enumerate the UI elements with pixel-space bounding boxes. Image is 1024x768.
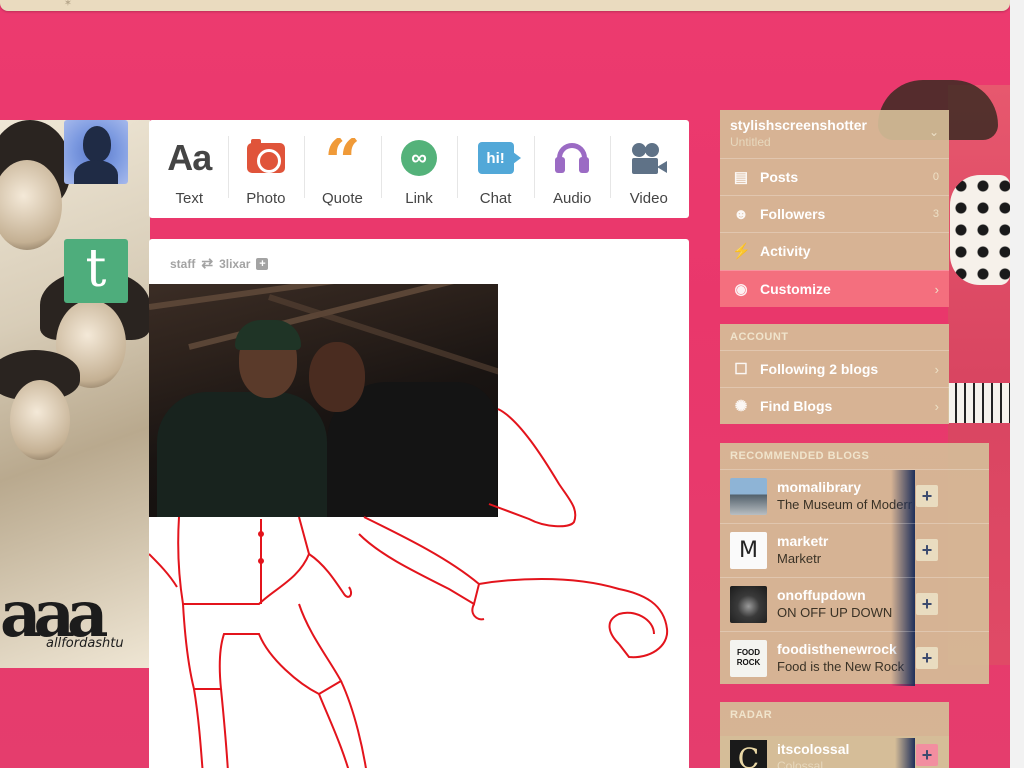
followers-count: 3 — [932, 208, 939, 220]
recommended-header: RECOMMENDED BLOGS — [730, 450, 870, 462]
follow-blog-button[interactable]: + — [916, 539, 938, 561]
post-header: staff ⇄ 3lixar + — [170, 255, 269, 272]
headphones-icon — [553, 141, 591, 175]
post-type-label: Link — [405, 190, 433, 207]
post-type-label: Photo — [246, 190, 286, 207]
post-type-label: Quote — [322, 190, 363, 207]
sidebar-account-panel: ACCOUNT ☐ Following 2 blogs › ✺ Find Blo… — [720, 324, 949, 424]
chevron-right-icon: › — [934, 361, 939, 377]
recommended-blog-name[interactable]: marketr — [777, 533, 828, 549]
recommended-blog-name[interactable]: momalibrary — [777, 479, 861, 495]
user-avatar[interactable] — [64, 120, 128, 184]
sidebar-item-followers[interactable]: ☻ Followers 3 — [720, 195, 949, 232]
post-type-photo[interactable]: Photo — [227, 120, 305, 218]
sidebar-blog-panel: stylishscreenshotter Untitled ⌄ ▤ Posts … — [720, 110, 949, 270]
post-line-drawing — [149, 408, 669, 768]
recommended-blog-item[interactable]: momalibrary The Museum of Modern Art Lib… — [720, 469, 989, 524]
sidebar-item-find-blogs[interactable]: ✺ Find Blogs › — [720, 387, 949, 424]
staff-avatar[interactable]: t — [64, 239, 128, 303]
chat-icon: hi! — [477, 142, 521, 174]
blog-avatar[interactable] — [730, 586, 767, 623]
post-type-composer: Aa Text Photo “ Quote ∞ Link hi! Chat Au… — [149, 120, 689, 218]
post-type-label: Audio — [552, 190, 592, 207]
post-type-label: Text — [175, 190, 204, 207]
post-type-quote[interactable]: “ Quote — [304, 120, 381, 218]
post-type-video[interactable]: Video — [610, 120, 687, 218]
scrollbar-track[interactable] — [1010, 0, 1024, 768]
chevron-down-icon[interactable]: ⌄ — [929, 125, 939, 139]
blog-name[interactable]: stylishscreenshotter — [730, 117, 867, 133]
radar-blog-name[interactable]: itscolossal — [777, 741, 849, 757]
recommended-blog-item[interactable]: onoffupdown ON OFF UP DOWN + — [720, 577, 989, 632]
posts-icon: ▤ — [733, 169, 749, 186]
recommended-blogs-panel: RECOMMENDED BLOGS momalibrary The Museum… — [720, 443, 989, 686]
text-icon: Aa — [167, 137, 212, 178]
dashboard-post: staff ⇄ 3lixar + — [149, 239, 689, 768]
post-author-link[interactable]: staff — [170, 257, 195, 271]
following-icon: ☐ — [734, 361, 748, 378]
post-type-label: Video — [629, 190, 668, 207]
chevron-right-icon: › — [934, 281, 939, 297]
find-blogs-icon: ✺ — [734, 398, 748, 415]
sidebar-item-posts[interactable]: ▤ Posts 0 — [720, 158, 949, 195]
blog-avatar[interactable]: FOOD ROCK — [730, 640, 767, 677]
radar-blog-item[interactable]: C itscolossal Colossal + — [720, 736, 949, 768]
blog-avatar[interactable]: M — [730, 532, 767, 569]
eye-icon: ◉ — [734, 281, 748, 298]
follow-blog-button[interactable]: + — [916, 593, 938, 615]
sidebar-item-label: Activity — [760, 243, 811, 259]
recommended-blog-name[interactable]: onoffupdown — [777, 587, 866, 603]
sidebar-item-customize[interactable]: ◉ Customize › — [720, 270, 949, 307]
blog-avatar[interactable] — [730, 478, 767, 515]
quote-icon: “ — [324, 138, 361, 178]
post-type-link[interactable]: ∞ Link — [380, 120, 458, 218]
account-header: ACCOUNT — [730, 331, 789, 343]
radar-header: RADAR — [730, 709, 773, 721]
lightning-icon: ⚡ — [732, 243, 751, 260]
sidebar-item-label: Following 2 blogs — [760, 361, 879, 377]
sidebar-item-following[interactable]: ☐ Following 2 blogs › — [720, 350, 949, 387]
chevron-right-icon: › — [934, 398, 939, 414]
logo-icon[interactable]: ✶ — [48, 0, 88, 9]
follow-blog-button[interactable]: + — [916, 744, 938, 766]
background-caption: allfordashtu — [46, 636, 124, 651]
camera-icon — [246, 139, 285, 173]
reblog-icon: ⇄ — [201, 255, 214, 271]
post-type-audio[interactable]: Audio — [533, 120, 611, 218]
follow-blog-button[interactable]: + — [916, 647, 938, 669]
post-type-text[interactable]: Aa Text — [151, 120, 228, 218]
radar-blog-desc: Colossal — [777, 759, 824, 768]
recommended-blog-name[interactable]: foodisthenewrock — [777, 641, 897, 657]
sidebar-item-label: Customize — [760, 281, 831, 297]
blog-title: Untitled — [730, 135, 771, 149]
followers-icon: ☻ — [733, 205, 749, 223]
top-header-bar: ✶ — [0, 0, 1010, 11]
recommended-blog-item[interactable]: M marketr Marketr + — [720, 523, 989, 578]
follow-plus-icon[interactable]: + — [256, 257, 269, 270]
recommended-blog-item[interactable]: FOOD ROCK foodisthenewrock Food is the N… — [720, 631, 989, 686]
post-source-link[interactable]: 3lixar — [219, 257, 250, 271]
video-camera-icon — [630, 141, 668, 175]
sidebar-item-label: Followers — [760, 206, 826, 222]
link-icon: ∞ — [401, 140, 438, 176]
post-type-chat[interactable]: hi! Chat — [457, 120, 534, 218]
post-type-label: Chat — [479, 190, 512, 207]
sidebar-item-label: Posts — [760, 169, 799, 185]
posts-count: 0 — [932, 171, 939, 183]
follow-blog-button[interactable]: + — [916, 485, 938, 507]
sidebar-item-label: Find Blogs — [760, 398, 833, 414]
background-collage-left: aaa allfordashtu — [0, 120, 150, 668]
sidebar-item-activity[interactable]: ⚡ Activity — [720, 232, 949, 269]
blog-avatar[interactable]: C — [730, 740, 767, 768]
